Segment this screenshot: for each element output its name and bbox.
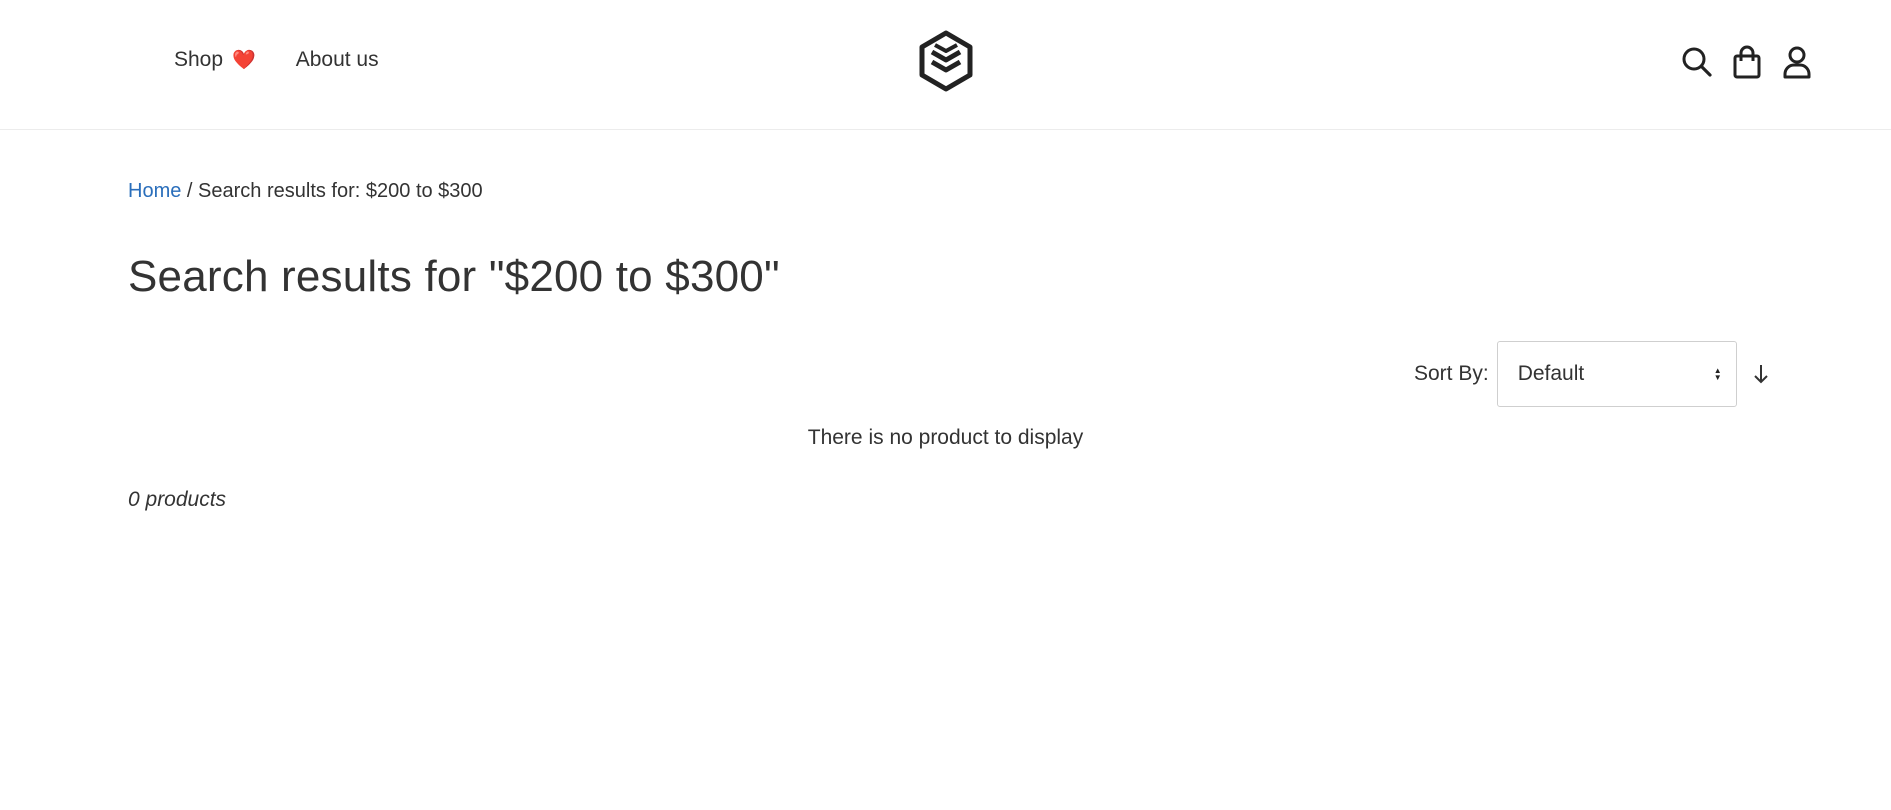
heart-icon: ❤️ — [232, 49, 256, 71]
breadcrumb-current: Search results for: $200 to $300 — [198, 180, 483, 202]
product-count: 0 products — [128, 488, 227, 511]
nav-about-label: About us — [295, 48, 379, 71]
search-icon[interactable] — [1680, 44, 1714, 80]
breadcrumb-separator: / — [186, 180, 193, 202]
sort-label: Sort By: — [1414, 362, 1489, 385]
breadcrumb-home-link[interactable]: Home — [128, 180, 181, 202]
select-caret-icon: ▲ ▼ — [1713, 366, 1722, 382]
nav-shop-label: Shop — [174, 48, 224, 71]
sort-selected-value: Default — [1517, 362, 1585, 385]
shopping-bag-icon[interactable] — [1730, 44, 1764, 80]
breadcrumb: Home / Search results for: $200 to $300 — [128, 180, 483, 203]
header-actions — [1680, 44, 1814, 80]
page-title: Search results for "$200 to $300" — [128, 252, 780, 301]
site-header: Shop ❤️ About us — [0, 0, 1891, 130]
nav-item-shop[interactable]: Shop ❤️ — [174, 48, 256, 72]
nav-item-about[interactable]: About us — [296, 48, 379, 72]
user-icon[interactable] — [1780, 44, 1814, 80]
sort-controls: Sort By: Default ▲ ▼ — [1414, 341, 1773, 407]
empty-results-message: There is no product to display — [807, 426, 1084, 449]
arrow-down-icon[interactable] — [1749, 359, 1773, 389]
main-nav: Shop ❤️ About us — [174, 48, 379, 72]
stacked-layers-logo-icon[interactable] — [918, 30, 974, 92]
sort-select[interactable]: Default ▲ ▼ — [1496, 341, 1737, 407]
